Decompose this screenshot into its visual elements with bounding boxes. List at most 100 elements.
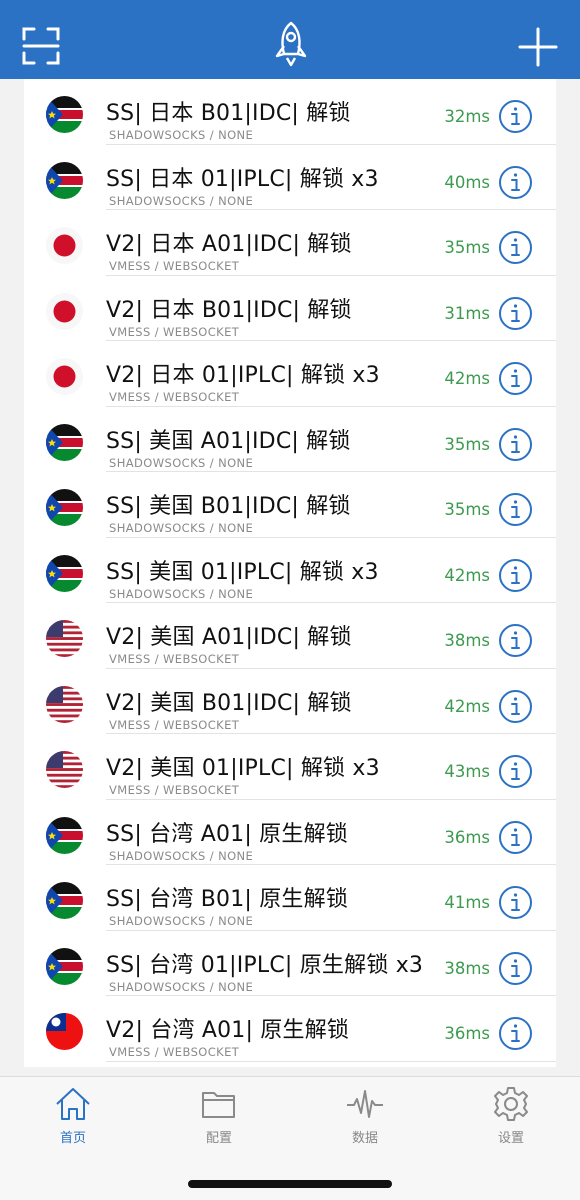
server-name: SS| 美国 B01|IDC| 解锁	[106, 494, 351, 519]
server-name: SS| 台湾 B01| 原生解锁	[106, 887, 349, 912]
tab-home[interactable]: 首页	[33, 1085, 113, 1146]
server-row[interactable]: V2| 日本 A01|IDC| 解锁 VMESS / WEBSOCKET 35ms	[24, 210, 556, 276]
flag-south-sudan-icon	[46, 947, 83, 985]
server-latency: 35ms	[444, 238, 490, 257]
tab-config[interactable]: 配置	[179, 1085, 259, 1146]
info-icon[interactable]	[498, 754, 533, 789]
flag-south-sudan-icon	[46, 161, 83, 199]
info-icon[interactable]	[498, 689, 533, 724]
server-protocol: SHADOWSOCKS / NONE	[109, 848, 254, 863]
server-name: V2| 美国 01|IPLC| 解锁 x3	[106, 756, 380, 781]
server-name: SS| 美国 01|IPLC| 解锁 x3	[106, 559, 379, 585]
server-latency: 35ms	[444, 500, 490, 519]
add-icon[interactable]	[518, 27, 558, 67]
server-protocol: VMESS / WEBSOCKET	[109, 783, 240, 797]
server-protocol: SHADOWSOCKS / NONE	[109, 979, 254, 994]
server-latency: 42ms	[444, 369, 490, 388]
folder-icon	[202, 1092, 235, 1118]
server-row[interactable]: V2| 日本 B01|IDC| 解锁 VMESS / WEBSOCKET 31ms	[24, 276, 556, 341]
server-latency: 43ms	[444, 762, 490, 781]
server-latency: 36ms	[444, 827, 490, 847]
server-protocol: VMESS / WEBSOCKET	[109, 324, 240, 339]
server-latency: 36ms	[444, 1024, 490, 1043]
tab-data[interactable]: 数据	[325, 1085, 405, 1146]
info-icon[interactable]	[498, 296, 533, 331]
scan-icon[interactable]	[22, 27, 60, 65]
server-row[interactable]: V2| 美国 B01|IDC| 解锁 VMESS / WEBSOCKET 42ms	[24, 669, 556, 734]
server-row[interactable]: SS| 日本 B01|IDC| 解锁 SHADOWSOCKS / NONE 32ms	[24, 79, 556, 145]
flag-japan-icon	[46, 358, 83, 395]
tab-label-home: 首页	[59, 1131, 86, 1146]
flag-japan-icon	[46, 227, 83, 264]
server-name: SS| 美国 A01|IDC| 解锁	[106, 428, 351, 454]
flag-south-sudan-icon	[46, 816, 83, 854]
server-protocol: VMESS / WEBSOCKET	[109, 1045, 240, 1059]
server-name: V2| 台湾 A01| 原生解锁	[106, 1018, 350, 1043]
info-icon[interactable]	[498, 623, 533, 658]
server-row[interactable]: SS| 台湾 A01| 原生解锁 SHADOWSOCKS / NONE 36ms	[24, 800, 556, 865]
flag-south-sudan-icon	[46, 882, 83, 919]
flag-taiwan-icon	[46, 1013, 83, 1050]
info-icon[interactable]	[498, 820, 533, 855]
info-icon[interactable]	[498, 165, 533, 200]
server-latency: 40ms	[444, 172, 490, 192]
server-row[interactable]: V2| 美国 A01|IDC| 解锁 VMESS / WEBSOCKET 38ms	[24, 603, 556, 669]
server-name: SS| 台湾 A01| 原生解锁	[106, 821, 348, 847]
server-row[interactable]: V2| 日本 01|IPLC| 解锁 x3 VMESS / WEBSOCKET 42…	[24, 341, 556, 407]
flag-usa-icon	[46, 685, 83, 723]
flag-south-sudan-icon	[46, 554, 83, 592]
info-icon[interactable]	[498, 99, 533, 134]
server-name: V2| 美国 B01|IDC| 解锁	[106, 690, 352, 716]
home-indicator	[188, 1180, 392, 1188]
server-row[interactable]: SS| 美国 B01|IDC| 解锁 SHADOWSOCKS / NONE 35ms	[24, 472, 556, 538]
server-name: SS| 日本 01|IPLC| 解锁 x3	[106, 166, 379, 192]
info-icon[interactable]	[498, 427, 533, 462]
gear-icon	[494, 1087, 528, 1121]
server-protocol: SHADOWSOCKS / NONE	[109, 914, 254, 928]
server-latency: 31ms	[444, 303, 490, 323]
server-row[interactable]: SS| 台湾 B01| 原生解锁 SHADOWSOCKS / NONE 41ms	[24, 865, 556, 931]
flag-south-sudan-icon	[46, 423, 83, 461]
server-row[interactable]: V2| 台湾 A01| 原生解锁 VMESS / WEBSOCKET 36ms	[24, 996, 556, 1062]
rocket-icon[interactable]	[270, 20, 312, 68]
flag-south-sudan-icon	[46, 96, 83, 133]
info-icon[interactable]	[498, 1016, 533, 1051]
server-latency: 38ms	[444, 958, 490, 978]
activity-icon	[347, 1090, 383, 1118]
server-protocol: SHADOWSOCKS / NONE	[109, 586, 254, 601]
server-latency: 35ms	[444, 434, 490, 454]
info-icon[interactable]	[498, 492, 533, 527]
info-icon[interactable]	[498, 361, 533, 396]
server-protocol: VMESS / WEBSOCKET	[109, 259, 240, 273]
server-name: V2| 日本 A01|IDC| 解锁	[106, 232, 352, 257]
server-protocol: SHADOWSOCKS / NONE	[109, 193, 254, 208]
home-icon	[56, 1088, 90, 1120]
tab-label-settings: 设置	[497, 1131, 524, 1146]
server-row[interactable]: V2| 美国 01|IPLC| 解锁 x3 VMESS / WEBSOCKET 43…	[24, 734, 556, 800]
flag-japan-icon	[46, 292, 83, 330]
server-protocol: SHADOWSOCKS / NONE	[109, 128, 254, 142]
server-latency: 42ms	[444, 565, 490, 585]
info-icon[interactable]	[498, 951, 533, 986]
server-row[interactable]: SS| 美国 A01|IDC| 解锁 SHADOWSOCKS / NONE 35ms	[24, 407, 556, 472]
flag-usa-icon	[46, 751, 83, 788]
server-latency: 41ms	[444, 893, 490, 912]
server-row[interactable]: SS| 日本 01|IPLC| 解锁 x3 SHADOWSOCKS / NONE 4…	[24, 145, 556, 210]
row-divider	[106, 1060, 556, 1062]
server-name: SS| 台湾 01|IPLC| 原生解锁 x3	[106, 952, 424, 978]
info-icon[interactable]	[498, 558, 533, 593]
server-protocol: VMESS / WEBSOCKET	[109, 652, 240, 666]
server-protocol: VMESS / WEBSOCKET	[109, 717, 240, 732]
server-name: V2| 日本 B01|IDC| 解锁	[106, 297, 352, 323]
server-row[interactable]: SS| 美国 01|IPLC| 解锁 x3 SHADOWSOCKS / NONE 4…	[24, 538, 556, 603]
server-name: SS| 日本 B01|IDC| 解锁	[106, 101, 351, 126]
server-row[interactable]: SS| 台湾 01|IPLC| 原生解锁 x3 SHADOWSOCKS / NON…	[24, 931, 556, 996]
top-navigation-bar	[0, 0, 580, 79]
server-latency: 42ms	[444, 696, 490, 716]
info-icon[interactable]	[498, 230, 533, 265]
server-protocol: VMESS / WEBSOCKET	[109, 390, 240, 404]
tab-settings[interactable]: 设置	[471, 1085, 551, 1146]
tab-label-data: 数据	[351, 1131, 378, 1146]
server-latency: 38ms	[444, 631, 490, 650]
info-icon[interactable]	[498, 885, 533, 920]
